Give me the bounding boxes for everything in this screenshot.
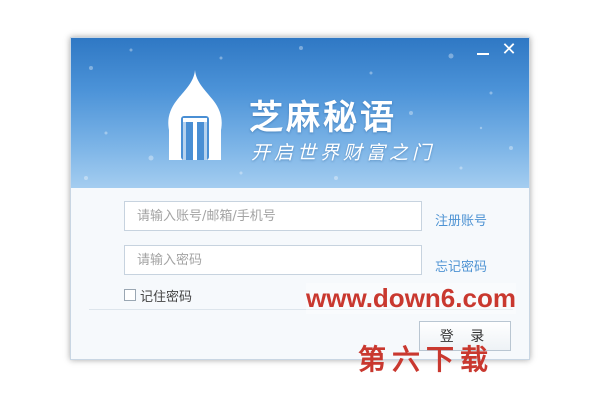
brand-slogan: 开启世界财富之门: [251, 142, 436, 164]
dome-door-icon: [168, 70, 222, 160]
remember-password-checkbox[interactable]: [124, 289, 136, 301]
forgot-password-link[interactable]: 忘记密码: [435, 256, 487, 275]
password-input[interactable]: [124, 245, 422, 275]
brand-name: 芝麻秘语: [249, 98, 397, 138]
login-button[interactable]: 登 录: [419, 321, 511, 351]
header-banner: ✕ 芝麻秘语 开启世界财富之门: [71, 38, 529, 188]
remember-password-label: 记住密码: [140, 289, 193, 305]
account-input[interactable]: [124, 201, 422, 231]
minimize-button[interactable]: [471, 38, 495, 62]
remember-password-toggle[interactable]: 记住密码: [124, 287, 193, 305]
login-window: ✕ 芝麻秘语 开启世界财富之门 注册账号 忘记密码 记住密码 登 录: [70, 37, 530, 360]
register-link[interactable]: 注册账号: [435, 210, 487, 229]
close-icon: ✕: [501, 39, 517, 60]
divider: [89, 309, 513, 310]
close-button[interactable]: ✕: [497, 38, 521, 62]
minimize-icon: [477, 53, 489, 55]
